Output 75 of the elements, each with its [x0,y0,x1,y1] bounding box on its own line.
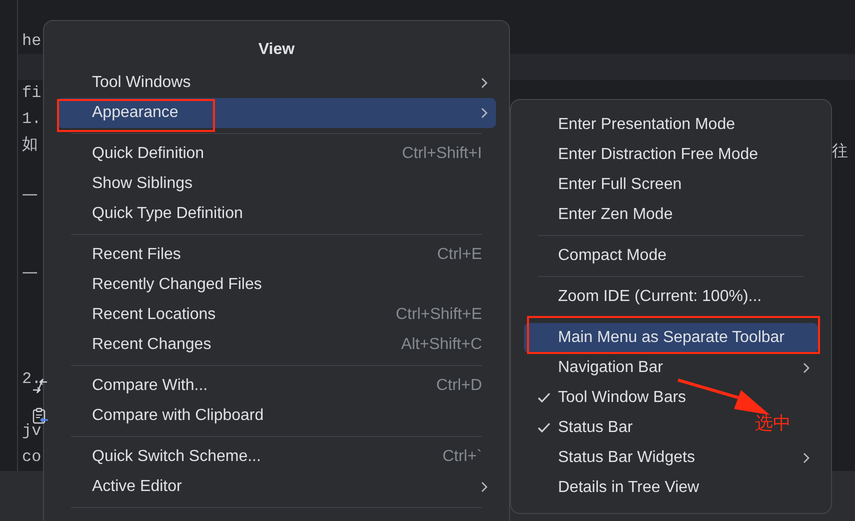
menu-item-label: Recent Files [92,245,181,265]
menu-item[interactable]: Enter Zen Mode [524,200,681,230]
menu-item[interactable]: Appearance [57,98,496,128]
menu-item[interactable]: Compact Mode [524,241,674,271]
menu-item-label: Quick Definition [92,144,204,164]
menu-item-label: Active Editor [92,477,182,497]
menu-item-label: Quick Type Definition [92,204,243,224]
menu-item-label: Compact Mode [558,246,666,266]
menu-item[interactable]: Recent Locations Ctrl+Shift+E [57,300,496,330]
shortcut-text: Ctrl+Shift+I [402,144,482,164]
menu-item-label: Enter Zen Mode [558,205,673,225]
menu-item[interactable]: Active Editor [57,472,496,502]
menu-title: View [258,40,295,60]
chevron-right-icon [802,362,810,374]
chevron-right-icon [802,452,810,464]
menu-item[interactable]: Quick Definition Ctrl+Shift+I [57,139,496,169]
menu-item[interactable]: Main Menu as Separate Toolbar [524,323,818,353]
menu-item[interactable]: Show Siblings [57,169,496,199]
menu-item-label: Tool Windows [92,73,191,93]
menu-item-label: Enter Full Screen [558,175,682,195]
menu-item-label: Main Menu as Separate Toolbar [558,328,785,348]
menu-item[interactable]: Tool Windows [57,68,496,98]
menu-item-label: Recent Changes [92,335,212,355]
code-text: 2. [22,370,42,388]
menu-item[interactable]: Status Bar [524,413,641,443]
menu-item-label: Zoom IDE (Current: 100%)... [558,287,762,307]
menu-item[interactable]: Recent Files Ctrl+E [57,240,496,270]
menu-item[interactable]: Enter Presentation Mode [524,110,743,140]
menu-item[interactable]: Status Bar Widgets [524,443,818,473]
code-text: he [22,32,42,50]
menu-item[interactable]: Enter Distraction Free Mode [524,140,766,170]
menu-item[interactable]: Compare with Clipboard [57,401,496,431]
menu-item-label: Appearance [92,103,178,123]
code-text: co [22,448,42,466]
code-text: 1. [22,110,42,128]
menu-item-label: Recent Locations [92,305,216,325]
menu-item-label: Navigation Bar [558,358,663,378]
code-text: jv [22,422,42,440]
menu-item-label: Tool Window Bars [558,388,686,408]
menu-item[interactable]: Tool Window Bars [524,383,694,413]
chevron-right-icon [480,107,488,119]
checkmark-icon [537,422,551,434]
menu-item-label: Status Bar Widgets [558,448,695,468]
menu-item[interactable]: Zoom IDE (Current: 100%)... [524,282,770,312]
menu-item[interactable]: Enter Full Screen [524,170,690,200]
shortcut-text: Alt+Shift+C [401,335,482,355]
menu-item-label: Compare with Clipboard [92,406,264,426]
menu-item[interactable]: Details in Tree View [524,473,708,503]
chevron-right-icon [480,77,488,89]
shortcut-text: Ctrl+D [436,376,482,396]
menu-item-label: Recently Changed Files [92,275,262,295]
menu-item-label: Enter Distraction Free Mode [558,145,758,165]
shortcut-text: Ctrl+` [442,447,482,467]
annotation-text: 选中 [755,412,791,435]
menu-item-label: Details in Tree View [558,478,700,498]
code-text: 一 [22,188,38,206]
shortcut-text: Ctrl+E [437,245,482,265]
menu-item-label: Show Siblings [92,174,192,194]
menu-item-label: Status Bar [558,418,633,438]
menu-item[interactable]: Quick Type Definition [57,199,496,229]
menu-item-label: Compare With... [92,376,208,396]
code-text: 如 [22,136,38,154]
checkmark-icon [537,392,551,404]
menu-item[interactable]: Recently Changed Files [57,270,496,300]
code-text: 往 [832,143,848,160]
code-text: fi [22,84,42,102]
menu-item-label: Enter Presentation Mode [558,115,735,135]
menu-item[interactable]: Quick Switch Scheme... Ctrl+` [57,442,496,472]
menu-item[interactable]: Recent Changes Alt+Shift+C [57,330,496,360]
menu-item-label: Quick Switch Scheme... [92,447,261,467]
menu-item[interactable]: Navigation Bar [524,353,818,383]
code-text: 一 [22,266,38,284]
menu-item[interactable]: Compare With... Ctrl+D [57,371,496,401]
chevron-right-icon [480,481,488,493]
shortcut-text: Ctrl+Shift+E [396,305,482,325]
